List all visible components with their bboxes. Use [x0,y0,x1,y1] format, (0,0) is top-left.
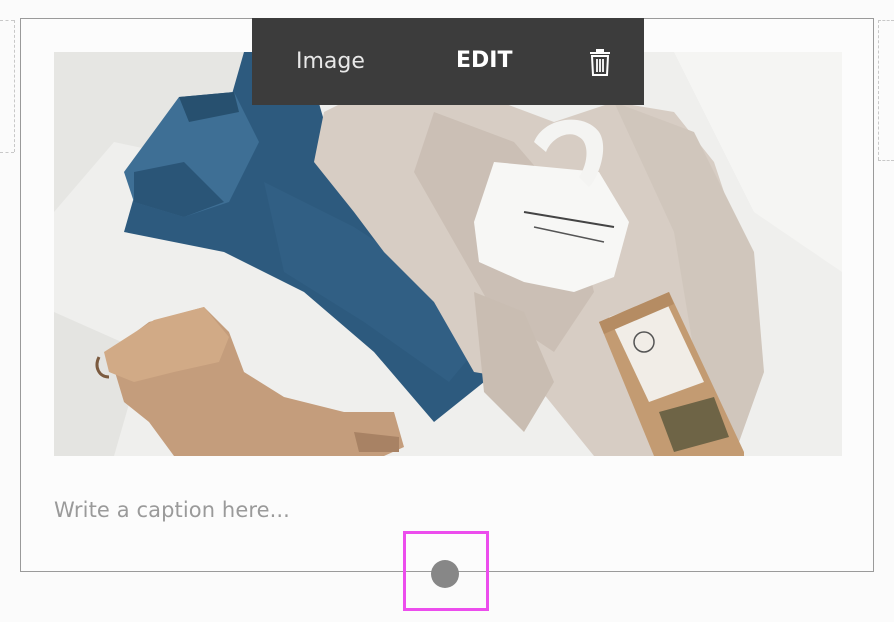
image-block-toolbar: Image EDIT [252,18,644,105]
photo-illustration [54,52,842,456]
image-photo[interactable] [54,52,842,456]
layout-guide-right [878,20,894,21]
layout-guide-right-bottom [878,160,894,161]
editor-canvas: Write a caption here... Image EDIT [0,0,894,622]
edit-button[interactable]: EDIT [456,48,512,73]
caption-input[interactable]: Write a caption here... [54,498,290,522]
delete-button[interactable] [586,48,614,78]
layout-guide-left-vertical [14,20,15,152]
resize-handle[interactable] [431,560,459,588]
trash-icon [590,49,610,76]
layout-guide-left-bottom [0,152,14,153]
layout-guide-right-vertical [878,20,879,160]
block-type-label: Image [296,49,365,74]
layout-guide-left [0,20,14,21]
